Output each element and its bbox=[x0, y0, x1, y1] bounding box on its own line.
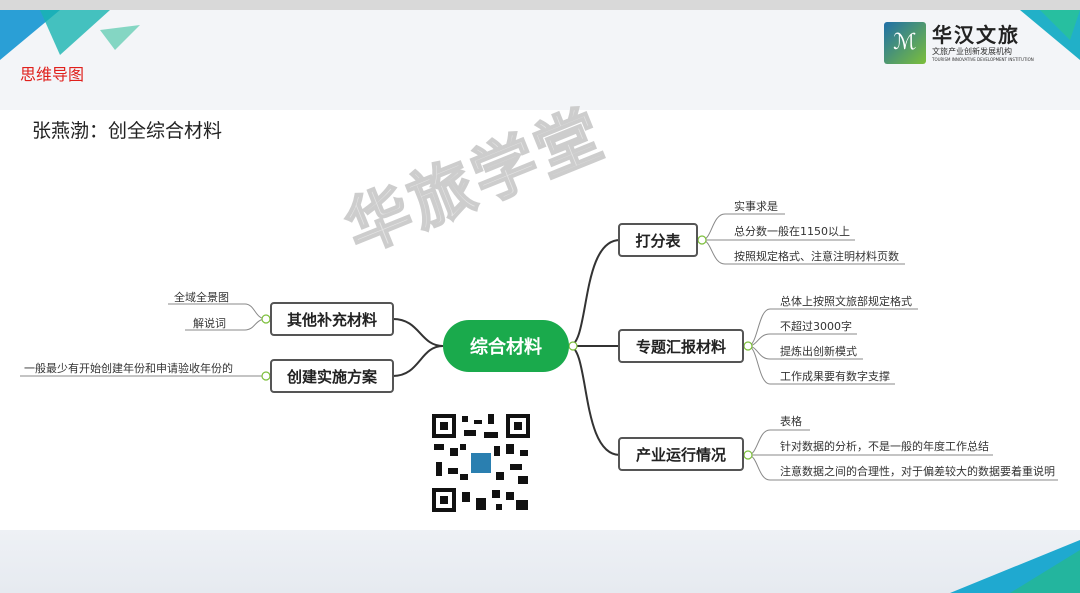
mindmap-connectors bbox=[20, 213, 1058, 481]
leaf: 表格 bbox=[780, 415, 802, 428]
center-node[interactable]: 综合材料 bbox=[443, 320, 569, 372]
node-special-report[interactable]: 专题汇报材料 bbox=[618, 329, 744, 363]
leaf: 总分数一般在1150以上 bbox=[734, 225, 850, 238]
node-other-materials[interactable]: 其他补充材料 bbox=[270, 302, 394, 336]
leaf: 解说词 bbox=[193, 317, 226, 330]
qr-code bbox=[430, 412, 532, 514]
node-scoring-table[interactable]: 打分表 bbox=[618, 223, 698, 257]
leaf: 不超过3000字 bbox=[780, 320, 852, 333]
node-implementation-plan[interactable]: 创建实施方案 bbox=[270, 359, 394, 393]
leaf: 工作成果要有数字支撑 bbox=[780, 370, 890, 383]
leaf: 按照规定格式、注意注明材料页数 bbox=[734, 250, 899, 263]
leaf: 实事求是 bbox=[734, 200, 778, 213]
leaf: 针对数据的分析，不是一般的年度工作总结 bbox=[780, 440, 989, 453]
node-industry-operation[interactable]: 产业运行情况 bbox=[618, 437, 744, 471]
leaf: 提炼出创新模式 bbox=[780, 345, 857, 358]
leaf: 注意数据之间的合理性，对于偏差较大的数据要着重说明 bbox=[780, 465, 1055, 478]
leaf: 总体上按照文旅部规定格式 bbox=[780, 295, 912, 308]
leaf: 全域全景图 bbox=[174, 291, 229, 304]
leaf: 一般最少有开始创建年份和申请验收年份的 bbox=[24, 362, 233, 375]
